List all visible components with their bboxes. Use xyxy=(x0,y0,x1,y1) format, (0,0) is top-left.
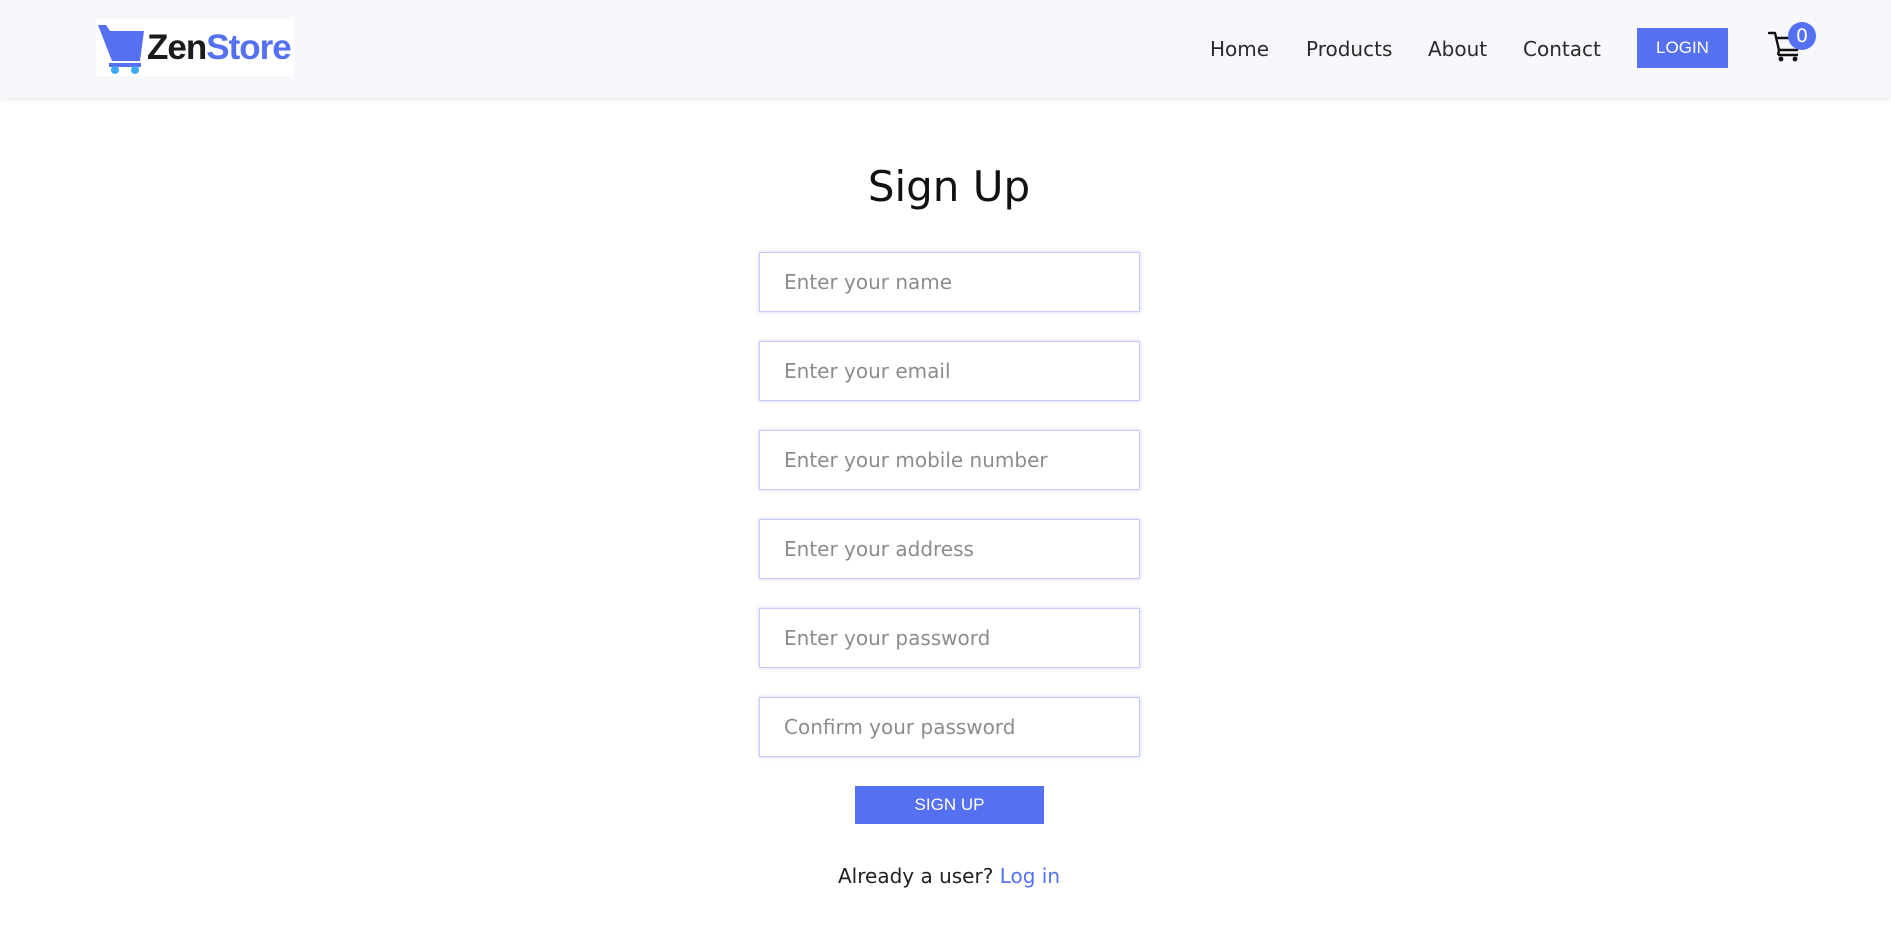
brand-logo[interactable]: ZenStore xyxy=(96,19,294,76)
brand-name-store: Store xyxy=(206,27,291,67)
password-input[interactable] xyxy=(759,608,1140,668)
name-input[interactable] xyxy=(759,252,1140,312)
brand-name-zen: Zen xyxy=(147,27,207,67)
login-prompt: Already a user? Log in xyxy=(0,863,1891,889)
sign-up-button[interactable]: SIGN UP xyxy=(855,786,1044,824)
already-user-text: Already a user? xyxy=(838,864,994,888)
email-input[interactable] xyxy=(759,341,1140,401)
nav-link-about[interactable]: About xyxy=(1428,36,1487,62)
address-input[interactable] xyxy=(759,519,1140,579)
nav-link-contact[interactable]: Contact xyxy=(1523,36,1601,62)
nav-link-home[interactable]: Home xyxy=(1210,36,1269,62)
navbar: ZenStore Home Products About Contact LOG… xyxy=(0,0,1891,98)
login-button[interactable]: LOGIN xyxy=(1637,28,1728,68)
confirm-password-input[interactable] xyxy=(759,697,1140,757)
shopping-cart-icon xyxy=(98,25,144,74)
login-link[interactable]: Log in xyxy=(1000,864,1060,888)
brand-name: ZenStore xyxy=(147,27,292,68)
page-title: Sign Up xyxy=(867,162,1031,211)
nav-link-products[interactable]: Products xyxy=(1306,36,1392,62)
cart-count-badge: 0 xyxy=(1788,22,1816,50)
mobile-number-input[interactable] xyxy=(759,430,1140,490)
cart-button[interactable]: 0 xyxy=(1768,22,1820,66)
